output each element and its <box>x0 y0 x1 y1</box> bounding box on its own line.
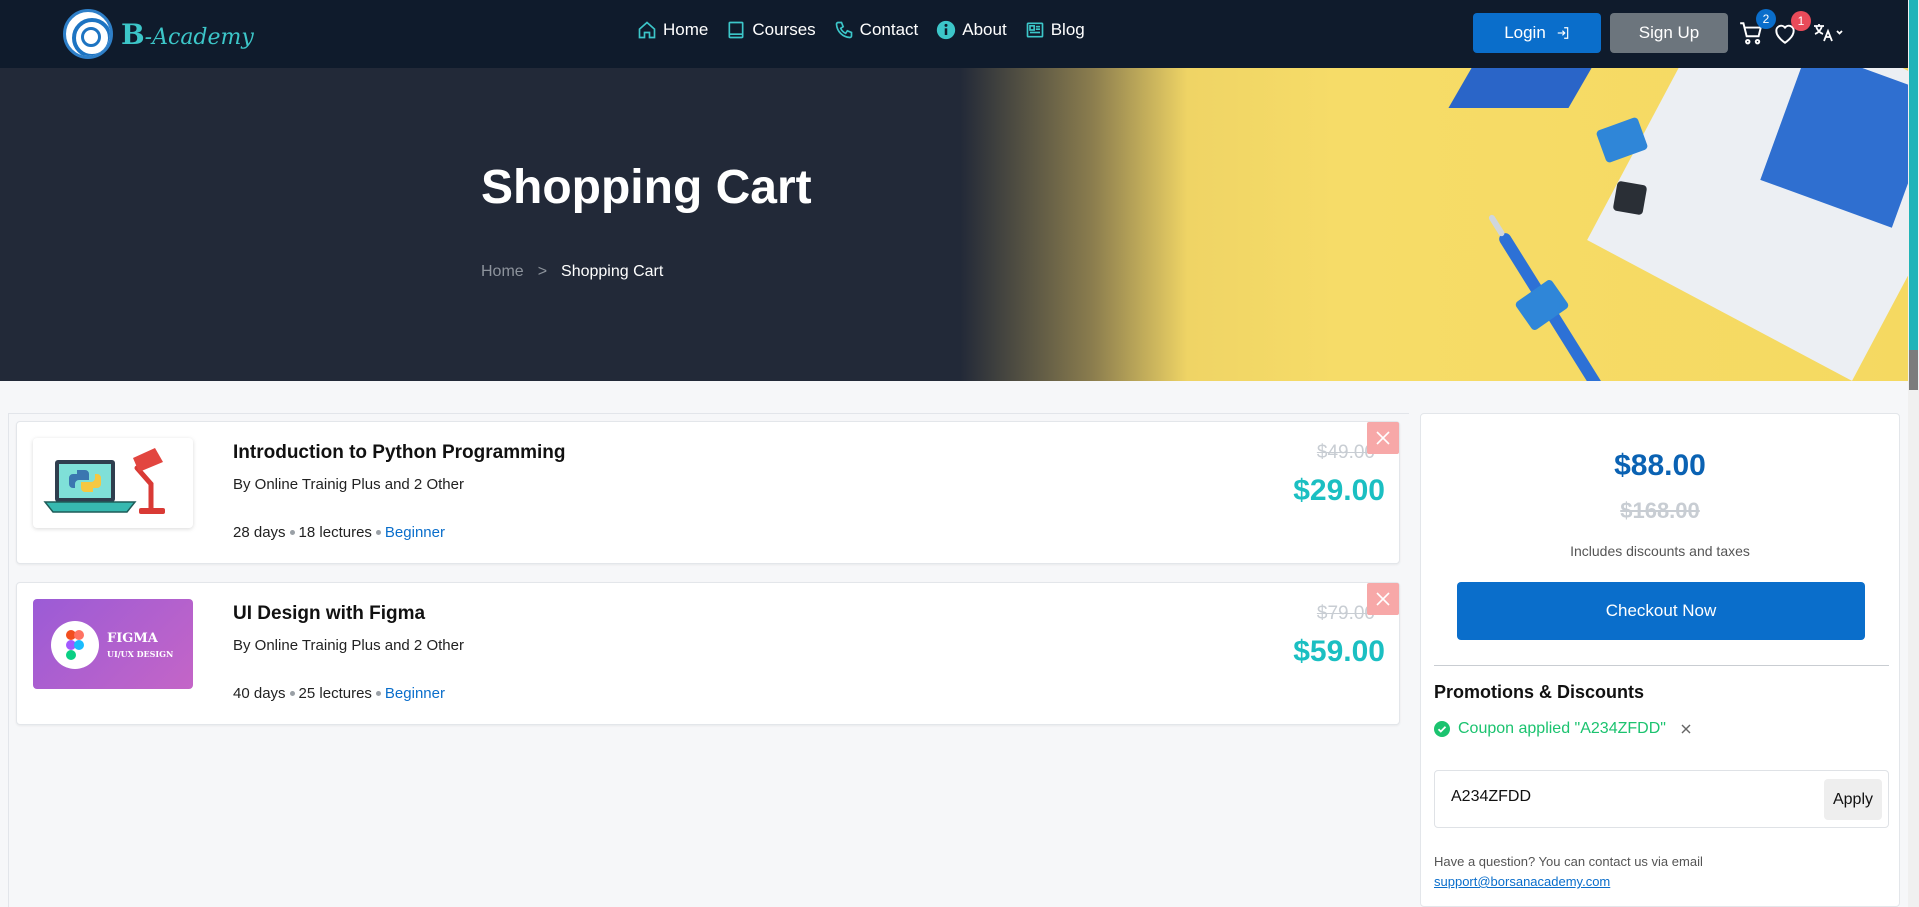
apply-coupon-button[interactable]: Apply <box>1824 779 1882 820</box>
page-title: Shopping Cart <box>481 161 812 214</box>
phone-icon <box>835 21 853 39</box>
discounted-price: $59.00 <box>1293 635 1385 668</box>
hero-binder-clip <box>1612 180 1648 216</box>
course-level: Beginner <box>384 524 445 541</box>
separator-dot <box>289 530 295 535</box>
sign-in-icon <box>1557 27 1569 39</box>
page-hero <box>0 68 1908 381</box>
scrollbar-track-fill[interactable] <box>1909 0 1918 350</box>
close-icon <box>1376 431 1390 445</box>
order-summary-card: $88.00 $168.00 Includes discounts and ta… <box>1420 413 1900 907</box>
course-instructors: By Online Trainig Plus and 2 Other <box>233 476 464 493</box>
course-duration: 40 days <box>233 685 286 702</box>
nav-label: About <box>962 20 1007 39</box>
course-thumbnail-python[interactable] <box>33 438 193 528</box>
separator-dot <box>375 530 381 535</box>
cart-total: $88.00 <box>1614 449 1706 482</box>
nav-item-courses[interactable]: Courses <box>726 20 816 40</box>
brand-name: B-Academy <box>121 17 254 51</box>
translate-icon[interactable] <box>1812 21 1844 45</box>
thumbnail-subtitle: UI/UX DESIGN <box>107 649 174 659</box>
laptop-lamp-icon <box>43 448 165 514</box>
breadcrumb-current: Shopping Cart <box>561 263 664 280</box>
signup-button[interactable]: Sign Up <box>1610 13 1728 53</box>
cart-item: Introduction to Python Programming By On… <box>16 421 1400 564</box>
cart-item: FIGMA UI/UX DESIGN UI Design with Figma … <box>16 582 1400 725</box>
course-instructors: By Online Trainig Plus and 2 Other <box>233 637 464 654</box>
discounted-price: $29.00 <box>1293 474 1385 507</box>
scrollbar-thumb[interactable] <box>1909 350 1918 390</box>
brand-logo[interactable]: B-Academy <box>63 9 254 59</box>
thumbnail-title: FIGMA <box>107 631 158 646</box>
remove-coupon-icon[interactable] <box>1680 723 1692 735</box>
course-title[interactable]: UI Design with Figma <box>233 603 425 625</box>
course-duration: 28 days <box>233 524 286 541</box>
separator-dot <box>289 691 295 696</box>
book-icon <box>728 21 744 39</box>
nav-item-home[interactable]: Home <box>637 20 708 40</box>
nav-item-blog[interactable]: Blog <box>1025 20 1085 40</box>
divider <box>1434 665 1889 666</box>
logo-emblem-icon <box>63 9 113 59</box>
login-label: Login <box>1504 23 1546 42</box>
course-lectures: 25 lectures <box>298 685 372 702</box>
nav-item-about[interactable]: About <box>936 20 1007 40</box>
nav-label: Contact <box>859 20 919 39</box>
signup-label: Sign Up <box>1638 23 1700 42</box>
breadcrumb-home-link[interactable]: Home <box>481 263 524 281</box>
check-circle-icon <box>1434 721 1450 737</box>
coupon-form: Apply <box>1434 770 1889 828</box>
coupon-input[interactable] <box>1451 788 1781 806</box>
wishlist-count-badge: 1 <box>1791 11 1811 31</box>
hero-blue-shape <box>1448 68 1592 108</box>
promotions-heading: Promotions & Discounts <box>1434 682 1645 702</box>
course-lectures: 18 lectures <box>298 524 372 541</box>
newspaper-icon <box>1026 22 1044 38</box>
tax-note: Includes discounts and taxes <box>1570 543 1750 559</box>
home-icon <box>638 21 656 39</box>
remove-item-button[interactable] <box>1367 583 1399 615</box>
breadcrumb-separator: > <box>537 263 548 280</box>
nav-label: Courses <box>752 20 816 39</box>
support-email-link[interactable]: support@borsanacademy.com <box>1434 874 1610 889</box>
nav-label: Blog <box>1050 20 1085 39</box>
course-title[interactable]: Introduction to Python Programming <box>233 442 565 464</box>
login-button[interactable]: Login <box>1473 13 1601 53</box>
coupon-applied-status: Coupon applied "A234ZFDD" <box>1434 720 1692 738</box>
separator-dot <box>375 691 381 696</box>
course-meta: 40 days 25 lectures Beginner <box>233 685 445 702</box>
info-icon <box>937 20 956 40</box>
nav-label: Home <box>663 20 709 39</box>
top-navbar: B-Academy Home Courses Contact About Blo… <box>0 0 1908 68</box>
course-thumbnail-figma[interactable]: FIGMA UI/UX DESIGN <box>33 599 193 689</box>
main-nav: Home Courses Contact About Blog <box>637 20 1085 40</box>
original-total: $168.00 <box>1620 498 1700 523</box>
close-icon <box>1376 592 1390 606</box>
coupon-applied-text: Coupon applied "A234ZFDD" <box>1458 720 1666 737</box>
checkout-button[interactable]: Checkout Now <box>1457 582 1865 640</box>
course-meta: 28 days 18 lectures Beginner <box>233 524 445 541</box>
support-question: Have a question? You can contact us via … <box>1434 854 1703 869</box>
breadcrumb: Home > Shopping Cart <box>481 263 663 281</box>
remove-item-button[interactable] <box>1367 422 1399 454</box>
nav-item-contact[interactable]: Contact <box>834 20 919 40</box>
course-level: Beginner <box>384 685 445 702</box>
